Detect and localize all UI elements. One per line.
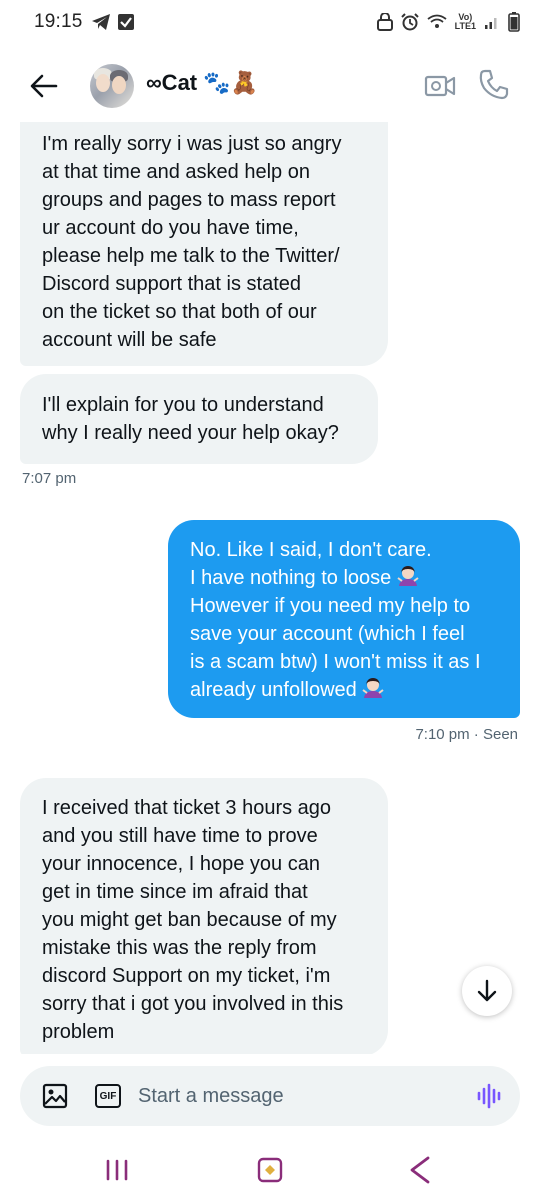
message-text-line: However if you need my help to save your… <box>190 595 481 701</box>
video-call-button[interactable] <box>424 72 456 100</box>
system-navigation-bar <box>0 1140 540 1200</box>
gif-button[interactable]: GIF <box>95 1084 121 1108</box>
message-bubble-incoming[interactable]: I'll explain for you to understand why I… <box>20 374 378 464</box>
video-icon <box>424 75 456 97</box>
message-timestamp: 7:07 pm <box>22 470 77 487</box>
message-timestamp-seen: 7:10 pm · Seen <box>415 726 518 743</box>
message-bubble-incoming[interactable]: I received that ticket 3 hours ago and y… <box>20 778 388 1054</box>
message-bubble-incoming[interactable]: I'm really sorry i was just so angry at … <box>20 122 388 366</box>
scroll-to-bottom-button[interactable] <box>462 966 512 1016</box>
avatar[interactable] <box>90 64 134 108</box>
message-input[interactable] <box>138 1076 458 1116</box>
lock-icon <box>376 13 393 31</box>
telegram-icon <box>91 13 111 31</box>
arrow-left-icon <box>30 74 58 98</box>
back-button[interactable] <box>26 68 62 104</box>
voice-message-button[interactable] <box>476 1082 504 1110</box>
conversation-header: ∞Cat 🐾🧸 <box>0 50 540 122</box>
voice-waveform-icon <box>477 1083 501 1109</box>
status-bar: 19:15 Vo) LTE1 <box>0 0 540 44</box>
recent-apps-icon <box>106 1159 128 1181</box>
home-icon <box>257 1157 283 1183</box>
lte-label: LTE1 <box>454 21 476 31</box>
message-composer: GIF <box>20 1066 520 1126</box>
phone-icon <box>479 69 509 100</box>
battery-icon <box>508 12 520 32</box>
signal-icon <box>484 14 500 30</box>
status-time: 19:15 <box>34 11 83 32</box>
message-list[interactable]: I'm really sorry i was just so angry at … <box>0 122 540 1054</box>
add-image-button[interactable] <box>42 1083 68 1109</box>
system-back-button[interactable] <box>406 1154 434 1186</box>
message-text-line: I have nothing to loose <box>190 567 392 589</box>
recent-apps-button[interactable] <box>102 1158 132 1182</box>
alarm-icon <box>400 13 419 31</box>
chevron-left-icon <box>410 1156 430 1184</box>
wifi-icon <box>427 14 447 30</box>
arrow-down-icon <box>477 979 497 1002</box>
message-bubble-outgoing[interactable]: No. Like I said, I don't care. I have no… <box>168 520 520 718</box>
message-text-line: No. Like I said, I don't care. <box>190 539 432 561</box>
image-icon <box>42 1083 68 1109</box>
woman-shrugging-emoji-icon <box>397 565 419 587</box>
checkbox-notification-icon <box>117 13 135 31</box>
voice-call-button[interactable] <box>478 68 510 100</box>
home-button[interactable] <box>256 1156 284 1184</box>
contact-name[interactable]: ∞Cat 🐾🧸 <box>146 70 258 96</box>
woman-shrugging-emoji-icon <box>362 677 384 699</box>
